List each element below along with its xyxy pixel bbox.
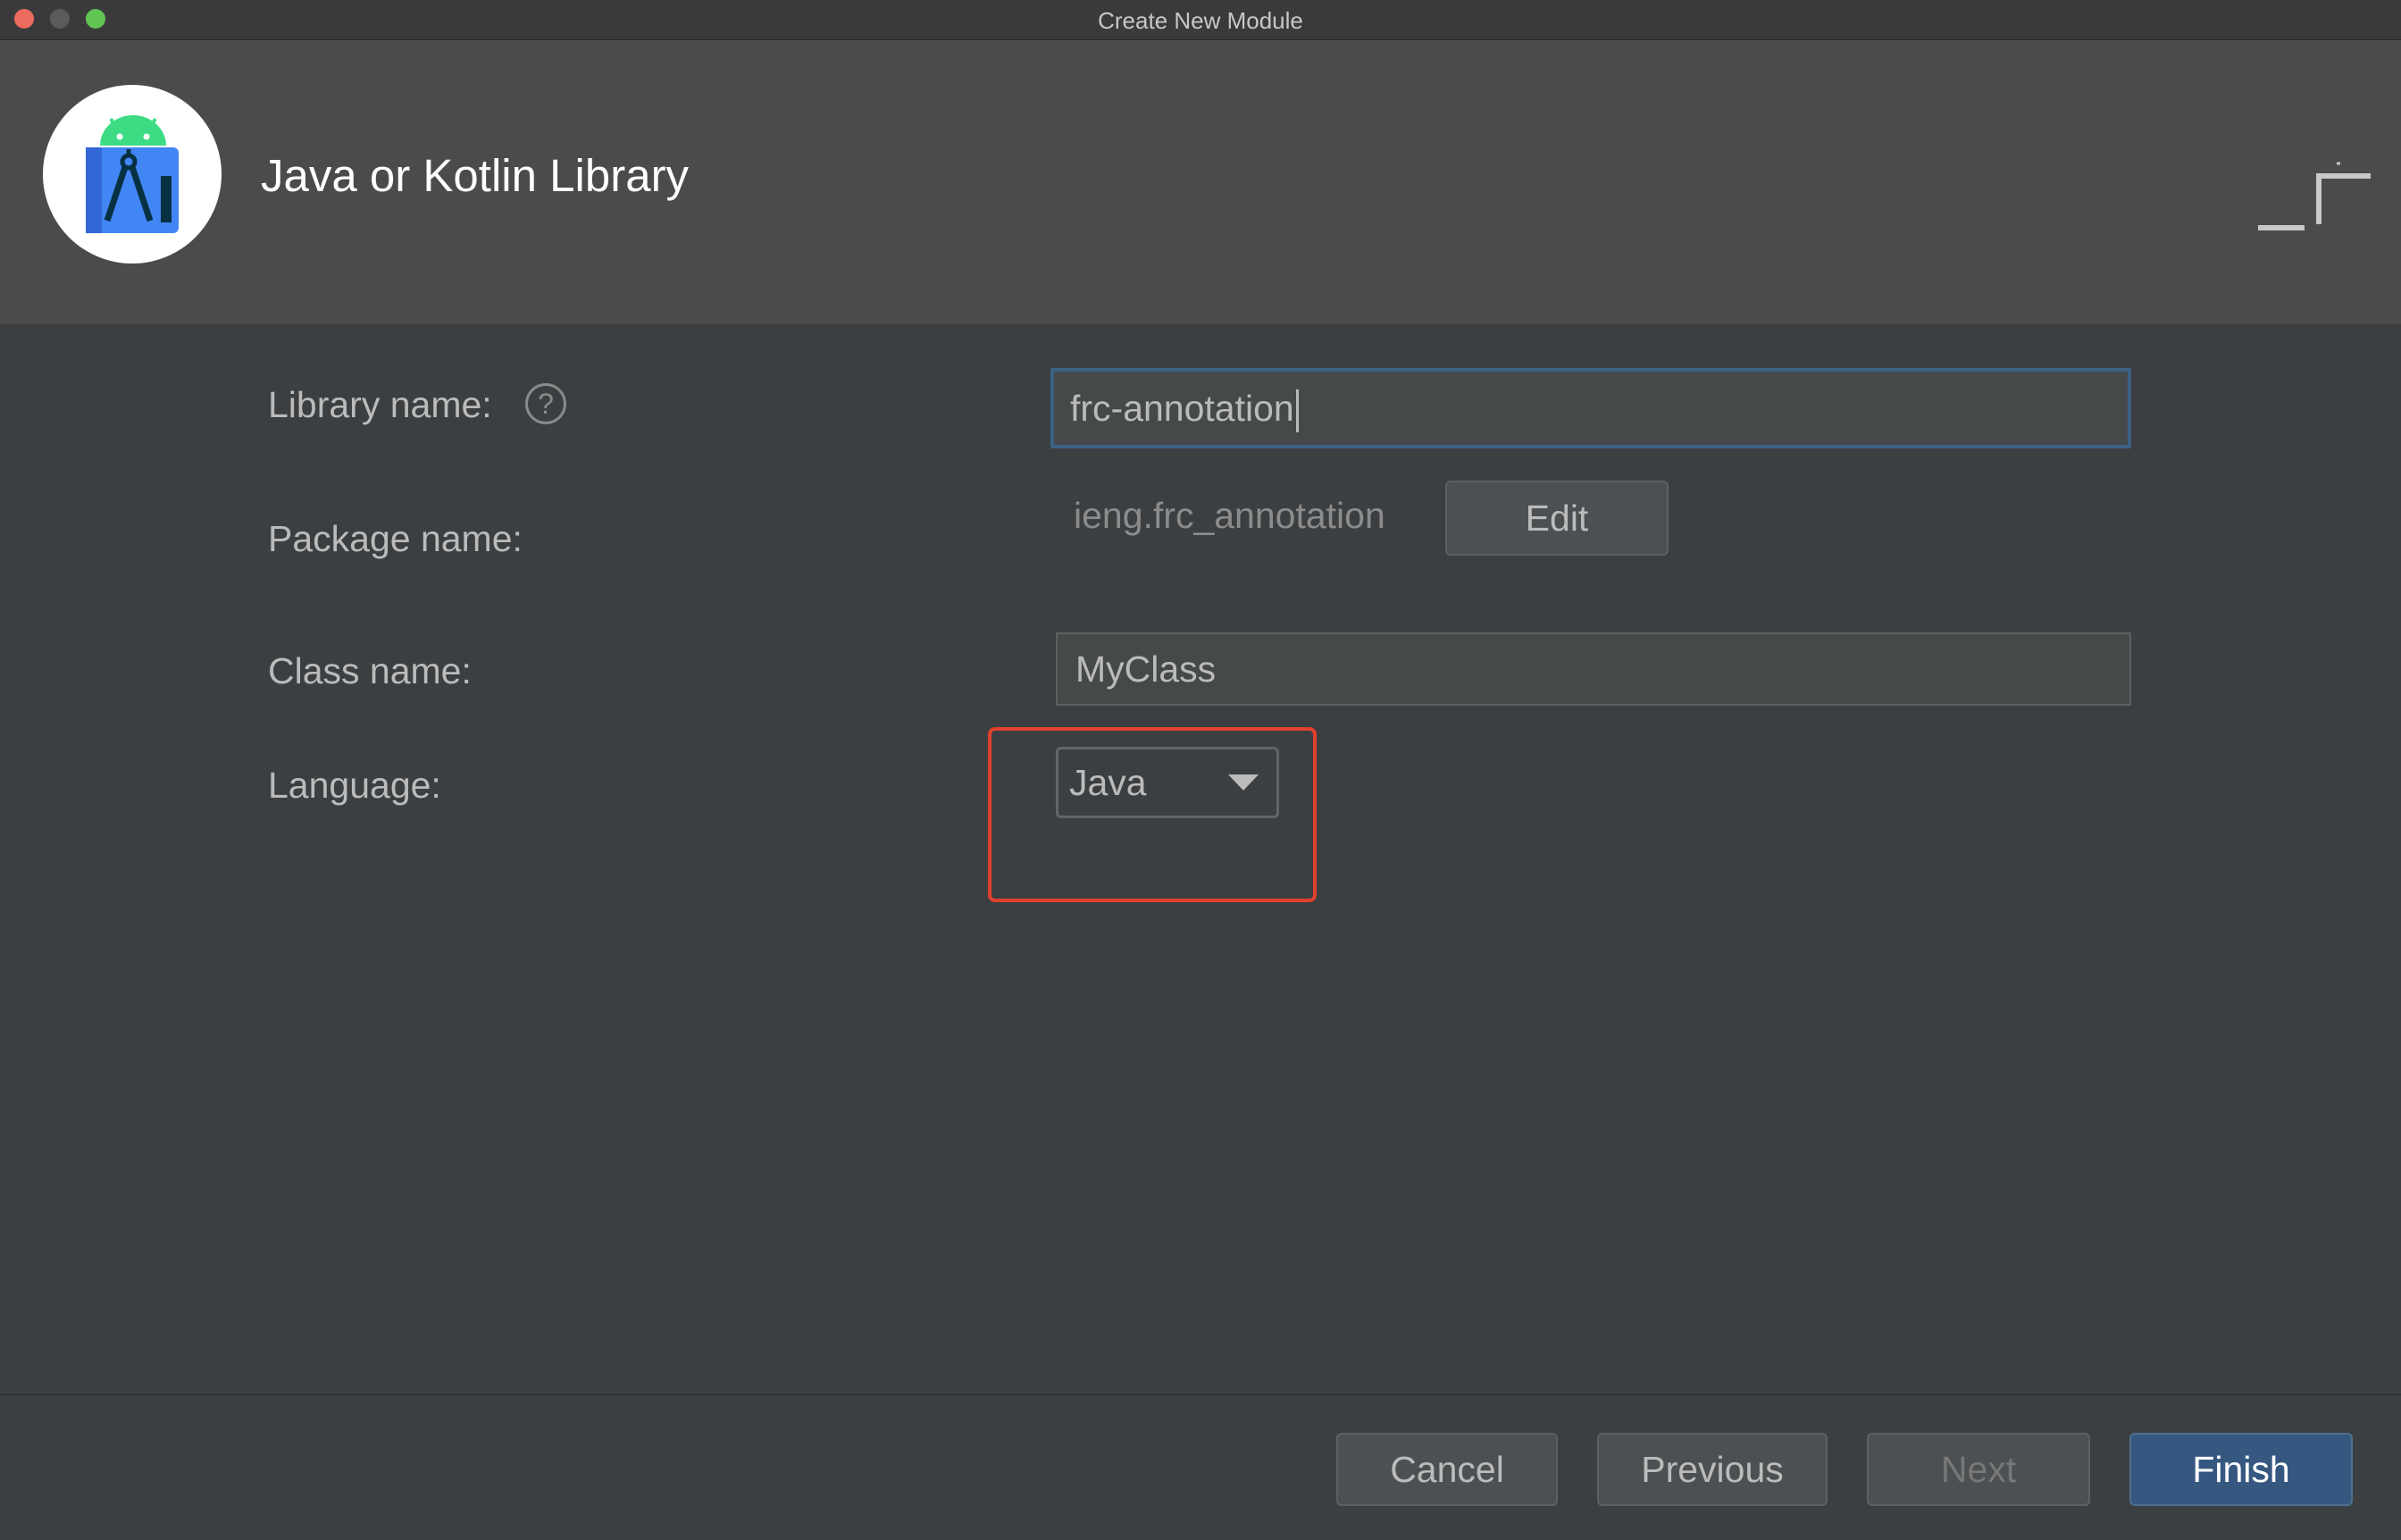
corner-bracket-icon	[2258, 162, 2371, 230]
library-name-value: frc-annotation	[1070, 388, 1294, 429]
library-name-input[interactable]: frc-annotation	[1050, 368, 2131, 448]
window-title: Create New Module	[1098, 7, 1303, 34]
previous-button[interactable]: Previous	[1597, 1433, 1828, 1506]
cancel-button[interactable]: Cancel	[1336, 1433, 1558, 1506]
finish-button[interactable]: Finish	[2129, 1433, 2353, 1506]
android-studio-icon	[43, 85, 222, 264]
edit-package-button[interactable]: Edit	[1445, 481, 1669, 556]
title-bar: Create New Module	[0, 0, 2401, 40]
header-banner: Java or Kotlin Library	[0, 40, 2401, 324]
package-name-label: Package name:	[268, 518, 523, 559]
language-label: Language:	[268, 765, 441, 806]
package-name-value: ieng.frc_annotation	[1074, 495, 1385, 536]
class-name-label: Class name:	[268, 650, 472, 691]
create-new-module-dialog: Create New Module Java or Kotlin Library…	[0, 0, 2401, 1540]
next-button[interactable]: Next	[1867, 1433, 2090, 1506]
class-name-input[interactable]: MyClass	[1056, 632, 2131, 706]
class-name-value: MyClass	[1075, 649, 1217, 690]
page-title: Java or Kotlin Library	[261, 150, 690, 201]
annotation-highlight-box	[988, 727, 1317, 902]
library-name-label: Library name:	[268, 384, 492, 425]
help-icon[interactable]: ?	[525, 383, 566, 424]
text-caret	[1295, 389, 1299, 433]
